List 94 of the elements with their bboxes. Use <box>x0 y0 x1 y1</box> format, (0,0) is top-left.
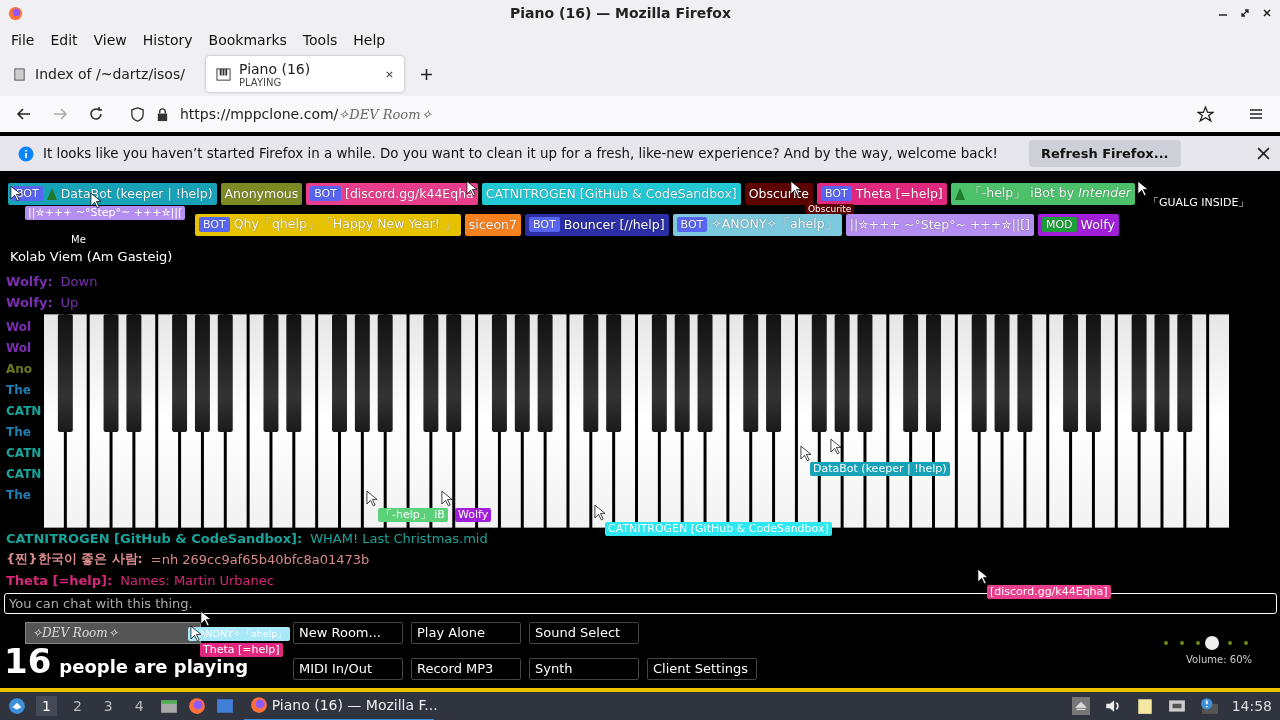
user-tag: siceon7 <box>464 214 521 236</box>
cursor-label: Theta [=help] <box>200 643 283 657</box>
clock: 14:58 <box>1231 698 1272 714</box>
shield-icon <box>130 106 145 122</box>
cursor-label: Obscurite <box>805 204 855 214</box>
workspace-button[interactable]: 1 <box>36 696 57 716</box>
chat-username: The <box>5 487 32 504</box>
clipboard-icon[interactable] <box>1135 697 1154 715</box>
room-button[interactable]: Play Alone <box>411 622 521 644</box>
window-title: Piano (16) — Mozilla Firefox <box>509 5 732 22</box>
piano-icon <box>216 66 231 82</box>
room-button[interactable]: Synth <box>529 658 639 680</box>
cursor-icon <box>800 445 811 462</box>
reload-icon[interactable] <box>88 106 104 123</box>
chat-username: The <box>5 382 32 399</box>
user-tag: BOT Theta [=help] <box>816 183 947 205</box>
status-text: Kolab Viem (Am Gasteig) <box>9 248 174 266</box>
chat-username: CATN <box>5 466 43 483</box>
cursor-icon <box>594 504 605 521</box>
workspace-button[interactable]: 4 <box>128 696 150 716</box>
room-button[interactable]: Client Settings <box>647 658 757 680</box>
user-tag: 「-help」 iBot by Intender <box>950 183 1135 205</box>
chat-message: =nh 269cc9af65b40bfc8a01473b <box>150 552 370 567</box>
chat-username: {찐}한국이 좋은 사람: <box>6 550 143 569</box>
chat-username: CATN <box>5 403 43 420</box>
player-count-label: people are playing <box>59 656 249 677</box>
browser-tab[interactable]: Piano (16) PLAYING <box>206 56 404 93</box>
star-icon[interactable] <box>1197 105 1214 123</box>
menu-item[interactable]: Help <box>345 29 394 50</box>
refresh-button[interactable]: Refresh Firefox... <box>1028 140 1181 168</box>
cursor-icon <box>366 490 377 507</box>
user-tag: BOT ✧ANONY✧「ahelp」 <box>672 214 842 236</box>
room-button[interactable]: Sound Select <box>529 622 639 644</box>
room-button[interactable]: Record MP3 <box>411 658 521 680</box>
firefox-icon <box>8 5 23 21</box>
eject-icon[interactable] <box>1071 697 1090 715</box>
new-tab-icon[interactable] <box>420 67 433 81</box>
workspace-button[interactable]: 3 <box>97 696 119 716</box>
menu-item[interactable]: File <box>3 29 43 50</box>
room-button[interactable]: New Room... <box>293 622 403 644</box>
chat-username: CATNITROGEN [GitHub & CodeSandbox]: <box>6 531 303 546</box>
user-tag: BOT Qhy「qhelp」「Happy New Year! 」 <box>195 214 461 236</box>
chat-username: The <box>5 424 32 441</box>
menu-item[interactable]: Tools <box>294 29 346 50</box>
menu-item[interactable]: History <box>134 29 201 50</box>
menu-item[interactable]: Edit <box>42 29 86 50</box>
workspace-button[interactable]: 2 <box>66 696 88 716</box>
cursor-label: [discord.gg/k44Eqha] <box>987 585 1111 599</box>
page-icon <box>12 66 27 82</box>
cursor-label: ||✮+++ ~°Step°~ +++✮||[ <box>25 206 186 220</box>
user-tag: BOT [discord.gg/k44Eqha <box>306 183 478 205</box>
chat-message: WHAM! Last Christmas.mid <box>310 531 488 546</box>
user-tag: BOT DataBot (keeper | !help) <box>8 183 217 205</box>
cursor-icon <box>200 610 211 627</box>
window-icon[interactable] <box>215 697 234 715</box>
cursor-icon <box>977 568 988 585</box>
room-button[interactable]: MIDI In/Out <box>293 658 403 680</box>
close-icon[interactable] <box>385 69 394 79</box>
firefox-icon[interactable] <box>187 697 206 715</box>
player-count: 16 <box>4 644 52 678</box>
notification-message: It looks like you haven’t started Firefox in a while. Do you want to clean it up for a fresh, like-new experience? And by the way, welcome back! <box>43 146 998 162</box>
chat-username: Wol <box>5 340 33 357</box>
info-icon <box>18 145 34 162</box>
cursor-label: Me <box>70 233 87 247</box>
browser-tab[interactable]: Index of /~dartz/isos/ <box>2 56 200 93</box>
cursor-icon <box>830 438 841 455</box>
user-tag: CATNITROGEN [GitHub & CodeSandbox] <box>481 183 741 205</box>
menu-item[interactable]: Bookmarks <box>200 29 295 50</box>
chat-username: Theta [=help]: <box>6 573 113 588</box>
cursor-icon <box>441 490 452 507</box>
network-icon[interactable] <box>1167 697 1186 715</box>
chat-message: Names: Martin Urbanec <box>120 573 274 588</box>
lock-icon <box>155 106 170 122</box>
close-icon[interactable] <box>1262 8 1272 19</box>
user-tag: MOD Wolfy <box>1037 214 1119 236</box>
user-tag: Anonymous <box>220 183 303 205</box>
chat-message: Down <box>60 274 98 289</box>
restore-icon[interactable] <box>1240 8 1250 19</box>
close-icon[interactable] <box>1257 147 1270 161</box>
folder-icon[interactable] <box>159 697 178 715</box>
chat-username: Wol <box>5 319 33 336</box>
chat-username: Wolfy: <box>6 274 53 289</box>
menu-item[interactable]: View <box>85 29 135 50</box>
user-tag: ||✮+++ ~°Step°~ +++✮||[] <box>845 214 1034 236</box>
chat-username: Ano <box>5 361 34 378</box>
user-tag: BOT Bouncer [//help] <box>524 214 669 236</box>
volume-label: Volume: 60% <box>1186 654 1252 665</box>
chat-message: Up <box>60 295 79 310</box>
alert-icon[interactable] <box>1199 697 1218 715</box>
firefox-icon <box>249 696 268 714</box>
room-dropdown[interactable]: ✧DEV Room✧ <box>25 622 201 644</box>
chat-username: Wolfy: <box>6 295 53 310</box>
cursor-icon <box>1137 180 1148 197</box>
chat-username: CATN <box>5 445 43 462</box>
